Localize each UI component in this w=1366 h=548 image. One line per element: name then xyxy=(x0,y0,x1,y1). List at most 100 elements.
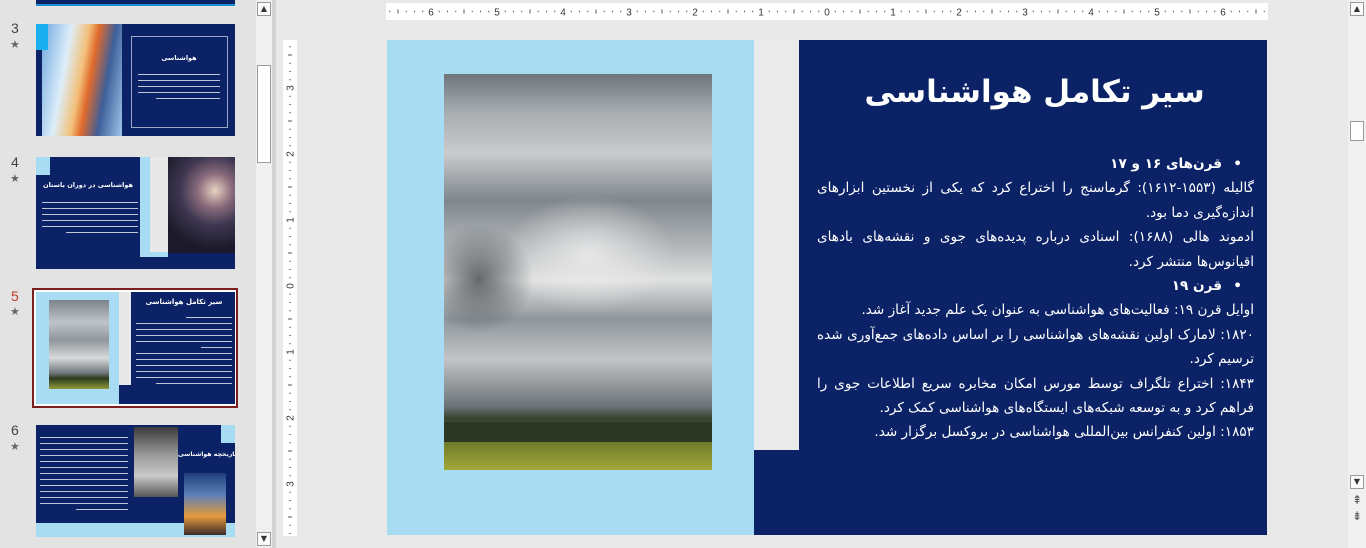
text-line xyxy=(40,497,128,499)
text-line xyxy=(138,74,220,76)
ruler-label: 1 xyxy=(286,349,297,355)
scrollbar-thumb[interactable] xyxy=(257,65,271,163)
slide-thumbnail-5[interactable]: سیر تکامل هواشناسی xyxy=(36,292,235,404)
horizon-trees xyxy=(444,422,712,442)
text-line xyxy=(136,329,232,331)
body-paragraph: ۱۸۵۳: اولین کنفرانس بین‌المللی هواشناسی … xyxy=(874,424,1254,441)
ruler-label: 6 xyxy=(1220,8,1226,19)
text-line xyxy=(42,208,138,210)
thumbnail-title: تاریخچه هواشناسی xyxy=(178,451,235,458)
slide-thumbnail-6[interactable]: تاریخچه هواشناسی xyxy=(36,425,235,537)
text-line xyxy=(42,226,138,228)
vertical-ruler[interactable]: 3 2 1 0 1 2 3 xyxy=(283,40,297,536)
ruler-label: 2 xyxy=(286,415,297,421)
accent-block xyxy=(36,24,48,50)
ruler-label: 3 xyxy=(1022,8,1028,19)
slide-thumbnail-3[interactable]: هواشناسی xyxy=(36,24,235,136)
thumbnail-title: سیر تکامل هواشناسی xyxy=(145,298,223,306)
ruler-label: 3 xyxy=(626,8,632,19)
thumbnail-title: هواشناسی در دوران باستان xyxy=(43,181,133,189)
scroll-down-icon: ▼ xyxy=(260,534,268,543)
text-line xyxy=(40,467,128,469)
sunset-image xyxy=(184,473,226,535)
text-line xyxy=(136,323,232,325)
cloud-image xyxy=(49,300,109,389)
previous-slide-icon: ⇞ xyxy=(1351,493,1363,507)
text-line xyxy=(40,449,128,451)
scroll-up-button[interactable]: ▲ xyxy=(1350,2,1364,16)
title-frame xyxy=(131,36,228,128)
scroll-down-button[interactable]: ▼ xyxy=(257,532,271,546)
text-line xyxy=(42,214,138,216)
ruler-label: 1 xyxy=(286,217,297,223)
slide-number-4: 4 xyxy=(11,154,19,170)
text-line xyxy=(136,371,232,373)
text-line xyxy=(40,491,128,493)
slide-thumbnail-4[interactable]: هواشناسی در دوران باستان xyxy=(36,157,235,269)
text-line xyxy=(136,365,232,367)
slide-canvas[interactable]: سیر تکامل هواشناسی قرن‌های ۱۶ و ۱۷ گالیل… xyxy=(387,38,1267,535)
text-line xyxy=(66,232,138,234)
body-paragraph: اوایل قرن ۱۹: فعالیت‌های هواشناسی به عنو… xyxy=(861,302,1254,319)
ruler-label: 0 xyxy=(286,283,297,289)
body-paragraph: گالیله (۱۵۵۳-۱۶۱۲): گرماسنج را اختراع کر… xyxy=(817,180,1254,221)
text-line xyxy=(76,509,128,511)
ruler-label: 3 xyxy=(286,481,297,487)
cloud-photo[interactable] xyxy=(444,74,712,470)
text-line xyxy=(156,383,232,385)
text-line xyxy=(136,359,232,361)
slide-thumbnail-panel: 3 ★ هواشناسی 4 ★ هواشناسی در دوران باستا… xyxy=(0,0,256,548)
text-line xyxy=(156,98,220,100)
text-line xyxy=(136,335,232,337)
scroll-up-button[interactable]: ▲ xyxy=(257,2,271,16)
text-line xyxy=(138,92,220,94)
section-heading-19: قرن ۱۹ xyxy=(817,274,1254,299)
text-line xyxy=(201,347,232,349)
ruler-label: 1 xyxy=(890,8,896,19)
text-line xyxy=(42,220,138,222)
text-line xyxy=(40,503,128,505)
section-heading-16-17: قرن‌های ۱۶ و ۱۷ xyxy=(817,152,1254,177)
slide-number-6: 6 xyxy=(11,422,19,438)
horizontal-ruler[interactable]: 6 5 4 3 2 1 0 1 2 3 4 5 6 xyxy=(386,3,1268,20)
text-line xyxy=(40,479,128,481)
ruler-label: 2 xyxy=(286,151,297,157)
accent-block xyxy=(221,425,235,443)
accent-strip-light xyxy=(739,40,754,452)
tornado-image xyxy=(134,427,178,497)
ruler-label: 4 xyxy=(1088,8,1094,19)
ruler-label: 3 xyxy=(286,85,297,91)
scrollbar-thumb[interactable] xyxy=(1350,121,1364,141)
text-line xyxy=(136,353,232,355)
text-line xyxy=(42,202,138,204)
storm-image xyxy=(168,157,235,253)
transition-star-icon: ★ xyxy=(10,172,20,185)
text-line xyxy=(138,80,220,82)
slide-number-5: 5 xyxy=(11,288,19,304)
body-paragraph: ۱۸۲۰: لامارک اولین نقشه‌های هواشناسی را … xyxy=(817,326,1254,368)
sky-image xyxy=(42,24,122,136)
editor-scrollbar[interactable]: ▲ ▼ ⇞ ⇟ xyxy=(1348,0,1366,548)
ruler-label: 6 xyxy=(428,8,434,19)
text-line xyxy=(40,473,128,475)
ruler-ticks: 3 2 1 0 1 2 3 xyxy=(286,46,297,534)
ruler-label: 1 xyxy=(758,8,764,19)
transition-star-icon: ★ xyxy=(10,305,20,318)
slide-body-text[interactable]: قرن‌های ۱۶ و ۱۷ گالیله (۱۵۵۳-۱۶۱۲): گرما… xyxy=(817,152,1254,445)
text-line xyxy=(186,317,232,319)
scroll-up-icon: ▲ xyxy=(260,4,268,13)
body-paragraph: ۱۸۴۳: اختراع تلگراف توسط مورس امکان مخاب… xyxy=(817,375,1254,417)
thumbnail-scrollbar[interactable]: ▲ ▼ xyxy=(256,0,272,548)
next-slide-button[interactable]: ⇟ xyxy=(1350,508,1364,524)
slide-title[interactable]: سیر تکامل هواشناسی xyxy=(807,74,1262,110)
ruler-label: 2 xyxy=(956,8,962,19)
text-line xyxy=(136,377,232,379)
slide-thumbnail-2[interactable] xyxy=(36,0,235,6)
scroll-down-button[interactable]: ▼ xyxy=(1350,475,1364,489)
previous-slide-button[interactable]: ⇞ xyxy=(1350,492,1364,508)
accent-strip-gray xyxy=(150,157,168,252)
text-line xyxy=(40,437,128,439)
text-line xyxy=(40,443,128,445)
text-line xyxy=(136,341,232,343)
accent-block xyxy=(36,157,50,175)
